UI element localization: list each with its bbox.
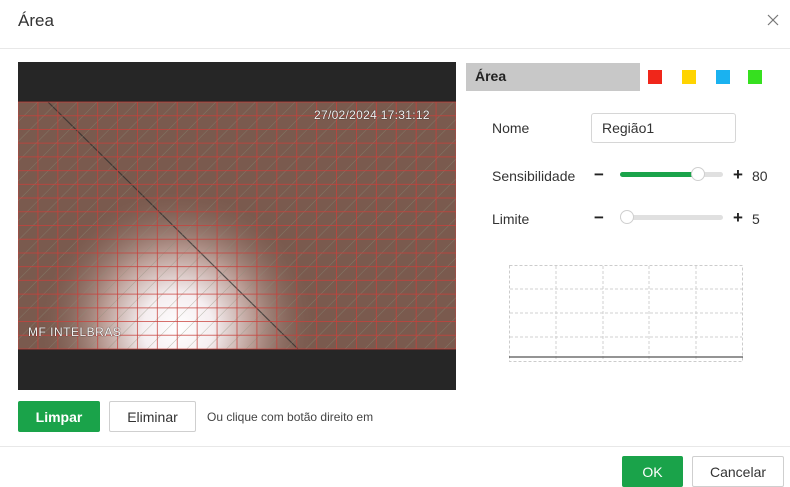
sensitivity-value: 80 <box>752 168 768 184</box>
color-swatches <box>640 63 772 91</box>
name-input[interactable] <box>591 113 736 143</box>
delete-button[interactable]: Eliminar <box>109 401 196 432</box>
sensitivity-slider-fill <box>620 172 699 177</box>
video-preview[interactable]: 27/02/2024 17:31:12 MF INTELBRAS <box>18 62 456 390</box>
limit-slider[interactable] <box>620 210 723 224</box>
cancel-button[interactable]: Cancelar <box>692 456 784 487</box>
color-swatch-yellow[interactable] <box>682 70 696 84</box>
color-swatch-blue[interactable] <box>716 70 730 84</box>
close-icon[interactable] <box>766 13 780 27</box>
clear-button[interactable]: Limpar <box>18 401 100 432</box>
area-panel-header: Área <box>466 63 772 91</box>
header-divider <box>0 48 790 49</box>
sensitivity-increase-button[interactable]: + <box>733 166 743 183</box>
sensitivity-slider[interactable] <box>620 167 723 181</box>
limit-slider-thumb[interactable] <box>620 210 634 224</box>
motion-level-chart <box>509 265 743 362</box>
limit-decrease-button[interactable]: − <box>594 209 604 226</box>
sensitivity-label: Sensibilidade <box>492 168 576 184</box>
video-osd-label: MF INTELBRAS <box>28 325 122 339</box>
color-swatch-red[interactable] <box>648 70 662 84</box>
limit-increase-button[interactable]: + <box>733 209 743 226</box>
ok-button[interactable]: OK <box>622 456 683 487</box>
footer-divider <box>0 446 790 447</box>
right-click-hint: Ou clique com botão direito em <box>207 410 374 424</box>
panel-header-label: Área <box>475 68 507 84</box>
name-label: Nome <box>492 120 530 136</box>
sensitivity-slider-thumb[interactable] <box>691 167 706 181</box>
color-swatch-green[interactable] <box>748 70 762 84</box>
limit-value: 5 <box>752 211 760 227</box>
video-timestamp: 27/02/2024 17:31:12 <box>314 108 430 122</box>
dialog-title: Área <box>18 11 54 30</box>
sensitivity-decrease-button[interactable]: − <box>594 166 604 183</box>
limit-label: Limite <box>492 211 530 227</box>
